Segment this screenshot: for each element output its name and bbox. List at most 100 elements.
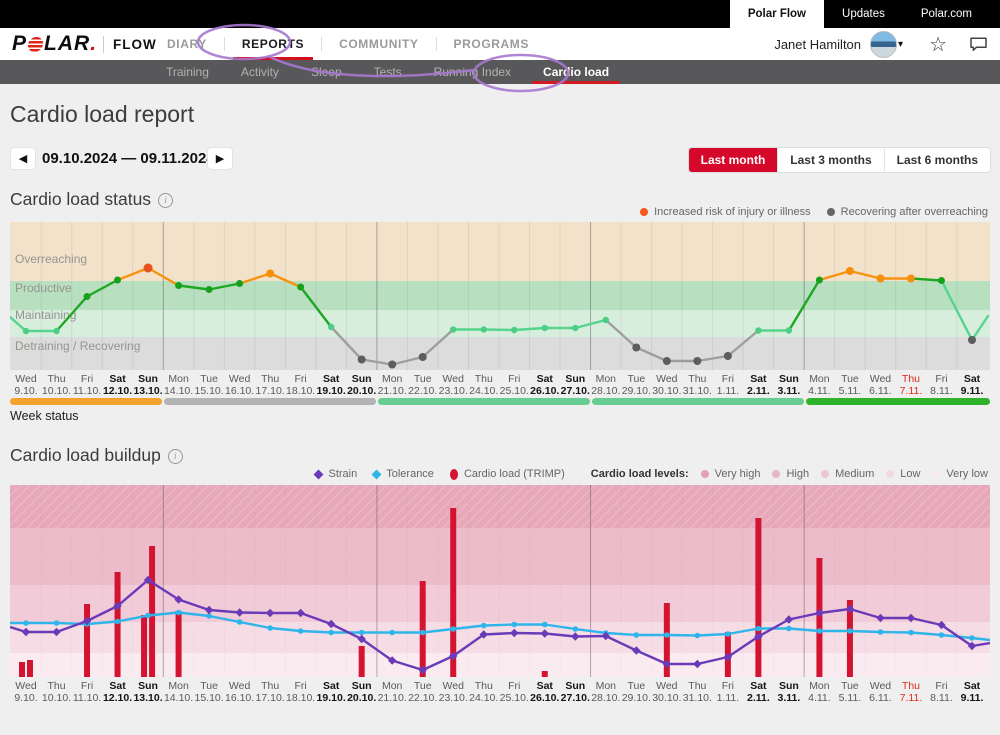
topbar-tab-updates[interactable]: Updates <box>824 0 903 28</box>
axis-label-sun-27-10-: Sun27.10. <box>558 373 592 397</box>
axis-label-sun-13-10-: Sun13.10. <box>131 373 165 397</box>
subnav-item-running-index[interactable]: Running Index <box>423 60 522 84</box>
legend-level-medium: Medium <box>821 468 874 480</box>
legend-item-recovering-after-overreaching: Recovering after overreaching <box>827 206 988 218</box>
axis-label-wed-6-11-: Wed6.11. <box>863 680 897 704</box>
logo-divider <box>103 36 104 53</box>
prev-period-button[interactable]: ◀ <box>10 147 36 170</box>
nav-item-reports[interactable]: REPORTS <box>231 28 315 60</box>
range-button-last-month[interactable]: Last month <box>689 148 778 172</box>
legend-label: Tolerance <box>386 468 434 480</box>
axis-label-mon-28-10-: Mon28.10. <box>589 373 623 397</box>
favorites-star-icon[interactable]: ☆ <box>929 32 947 57</box>
legend-level-very-low: Very low <box>932 468 988 480</box>
topbar-tabs: Polar FlowUpdatesPolar.com <box>730 0 990 28</box>
legend-dot-icon <box>932 470 940 478</box>
chevron-down-icon[interactable]: ▾ <box>898 39 903 50</box>
legend-dot-icon <box>772 470 780 478</box>
legend-label: High <box>786 468 809 480</box>
buildup-x-axis: Wed9.10.Thu10.10.Fri11.10.Sat12.10.Sun13… <box>0 680 1000 708</box>
week-pill-1 <box>10 398 162 405</box>
legend-label: Recovering after overreaching <box>841 206 988 218</box>
axis-label-thu-10-10-: Thu10.10. <box>40 680 74 704</box>
axis-label-fri-18-10-: Fri18.10. <box>284 373 318 397</box>
axis-label-sun-3-11-: Sun3.11. <box>772 373 806 397</box>
avatar[interactable] <box>870 31 897 58</box>
status-x-axis: Wed9.10.Thu10.10.Fri11.10.Sat12.10.Sun13… <box>0 373 1000 401</box>
legend-diamond-icon <box>314 469 324 479</box>
legend-dot-icon <box>886 470 894 478</box>
axis-label-tue-22-10-: Tue22.10. <box>406 373 440 397</box>
next-period-button[interactable]: ▶ <box>207 147 233 170</box>
axis-label-fri-18-10-: Fri18.10. <box>284 680 318 704</box>
user-name[interactable]: Janet Hamilton <box>774 37 861 52</box>
range-button-group: Last monthLast 3 monthsLast 6 months <box>689 148 990 172</box>
status-legend: Increased risk of injury or illness Recov… <box>624 206 988 218</box>
axis-label-thu-17-10-: Thu17.10. <box>253 373 287 397</box>
legend-item-strain: Strain <box>315 468 357 480</box>
range-button-last-3-months[interactable]: Last 3 months <box>777 148 883 172</box>
report-subnav: Training Activity Sleep Tests Running Index C… <box>0 60 1000 84</box>
legend-label: Strain <box>328 468 357 480</box>
nav-divider <box>321 37 322 51</box>
axis-label-tue-29-10-: Tue29.10. <box>619 373 653 397</box>
logo-dot: . <box>90 32 96 56</box>
subnav-item-tests[interactable]: Tests <box>363 60 413 84</box>
nav-divider <box>224 37 225 51</box>
subnav-item-activity[interactable]: Activity <box>230 60 290 84</box>
axis-label-sat-19-10-: Sat19.10. <box>314 373 348 397</box>
topbar-tab-polar-flow[interactable]: Polar Flow <box>730 0 824 28</box>
axis-label-fri-1-11-: Fri1.11. <box>711 680 745 704</box>
polar-flow-logo[interactable]: P LAR . FLOW <box>12 32 157 56</box>
axis-label-fri-11-10-: Fri11.10. <box>70 680 104 704</box>
buildup-section-title: Cardio load buildupi <box>10 445 183 466</box>
axis-label-mon-4-11-: Mon4.11. <box>802 373 836 397</box>
axis-label-sun-20-10-: Sun20.10. <box>345 680 379 704</box>
axis-label-sun-20-10-: Sun20.10. <box>345 373 379 397</box>
subnav-item-sleep[interactable]: Sleep <box>300 60 353 84</box>
axis-label-thu-31-10-: Thu31.10. <box>680 373 714 397</box>
legend-oval-icon <box>450 469 458 480</box>
legend-dot-icon <box>701 470 709 478</box>
nav-divider <box>436 37 437 51</box>
nav-item-programs[interactable]: PROGRAMS <box>443 28 540 60</box>
week-pill-2 <box>164 398 376 405</box>
subnav-item-training[interactable]: Training <box>155 60 220 84</box>
axis-label-fri-1-11-: Fri1.11. <box>711 373 745 397</box>
legend-item-cardio-load-trimp-: Cardio load (TRIMP) <box>450 468 565 480</box>
cardio-load-levels-label: Cardio load levels: <box>591 468 689 480</box>
legend-item-tolerance: Tolerance <box>373 468 434 480</box>
legend-label: Cardio load (TRIMP) <box>464 468 565 480</box>
info-icon[interactable]: i <box>168 449 183 464</box>
logo-text-p: P <box>12 32 27 56</box>
subnav-item-cardio-load[interactable]: Cardio load <box>532 60 620 84</box>
cardio-load-buildup-chart[interactable] <box>10 485 990 677</box>
topbar-tab-polar-com[interactable]: Polar.com <box>903 0 990 28</box>
axis-label-sat-26-10-: Sat26.10. <box>528 680 562 704</box>
axis-label-fri-25-10-: Fri25.10. <box>497 373 531 397</box>
nav-item-community[interactable]: COMMUNITY <box>328 28 429 60</box>
axis-label-mon-14-10-: Mon14.10. <box>162 373 196 397</box>
cardio-load-status-chart[interactable]: OverreachingProductiveMaintainingDetrain… <box>10 222 990 370</box>
axis-label-tue-15-10-: Tue15.10. <box>192 373 226 397</box>
polar-globe-icon <box>27 37 44 52</box>
zone-label-detraining-recovering: Detraining / Recovering <box>15 339 140 353</box>
axis-label-wed-9-10-: Wed9.10. <box>9 373 43 397</box>
legend-level-low: Low <box>886 468 920 480</box>
axis-label-thu-7-11-: Thu7.11. <box>894 373 928 397</box>
week-pill-5 <box>806 398 990 405</box>
axis-label-thu-31-10-: Thu31.10. <box>680 680 714 704</box>
feedback-chat-icon[interactable] <box>969 36 988 52</box>
nav-item-diary[interactable]: DIARY <box>156 28 218 60</box>
axis-label-wed-30-10-: Wed30.10. <box>650 373 684 397</box>
axis-label-tue-5-11-: Tue5.11. <box>833 680 867 704</box>
page-title: Cardio load report <box>10 101 194 128</box>
axis-label-wed-23-10-: Wed23.10. <box>436 373 470 397</box>
axis-label-sat-26-10-: Sat26.10. <box>528 373 562 397</box>
info-icon[interactable]: i <box>158 193 173 208</box>
axis-label-fri-11-10-: Fri11.10. <box>70 373 104 397</box>
axis-label-tue-29-10-: Tue29.10. <box>619 680 653 704</box>
axis-label-wed-23-10-: Wed23.10. <box>436 680 470 704</box>
legend-label: Increased risk of injury or illness <box>654 206 811 218</box>
range-button-last-6-months[interactable]: Last 6 months <box>884 148 990 172</box>
